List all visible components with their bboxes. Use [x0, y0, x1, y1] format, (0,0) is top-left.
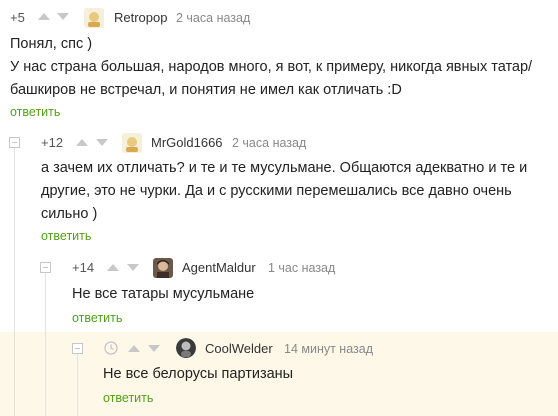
comment-text: Не все белорусы партизаны — [103, 363, 293, 386]
downvote-icon[interactable] — [127, 264, 139, 271]
comment-username[interactable]: AgentMaldur — [182, 260, 256, 275]
clock-icon — [104, 341, 118, 355]
downvote-icon[interactable] — [148, 345, 160, 352]
downvote-icon[interactable] — [57, 13, 69, 20]
comment-score: +14 — [72, 260, 95, 275]
retropop-avatar-icon[interactable] — [84, 8, 104, 28]
comment-text: а зачем их отличать? и те и те мусульман… — [41, 157, 527, 226]
comment-time: 2 часа назад — [232, 136, 307, 150]
comment-username[interactable]: MrGold1666 — [151, 135, 223, 150]
comment-username[interactable]: Retropop — [114, 10, 167, 25]
collapse-thread-button[interactable] — [9, 137, 20, 148]
reply-link[interactable]: ответить — [72, 311, 122, 325]
collapse-thread-button[interactable] — [40, 262, 51, 273]
mrgold-avatar-icon[interactable] — [122, 133, 142, 153]
comment-line: У нас страна большая, народов много, я в… — [10, 59, 533, 75]
comment-time: 1 час назад — [268, 261, 336, 275]
comment-line: сильно ) — [41, 206, 98, 222]
thread-line — [77, 352, 78, 416]
agentmaldur-avatar-icon[interactable] — [153, 258, 173, 278]
comment-text: Понял, спс ) У нас страна большая, народ… — [10, 33, 532, 102]
reply-link[interactable]: ответить — [103, 391, 153, 405]
reply-link[interactable]: ответить — [41, 229, 91, 243]
thread-line — [14, 144, 15, 416]
comment-username[interactable]: CoolWelder — [205, 341, 273, 356]
comment-line: другие, это не чурки. Да и с русскими пе… — [41, 183, 512, 199]
comment-score: +5 — [10, 10, 25, 25]
downvote-icon[interactable] — [96, 139, 108, 146]
comment-line: а зачем их отличать? и те и те мусульман… — [41, 160, 528, 176]
comment-time: 14 минут назад — [284, 342, 373, 356]
collapse-thread-button[interactable] — [72, 343, 83, 354]
thread-line — [45, 270, 46, 416]
comment-score: +12 — [41, 135, 64, 150]
coolwelder-avatar-icon[interactable] — [176, 338, 196, 358]
upvote-icon[interactable] — [76, 139, 88, 146]
comment-line: башкиров не встречал, и понятия не имел … — [10, 82, 402, 98]
comment-line: Не все белорусы партизаны — [103, 366, 294, 382]
comment-time: 2 часа назад — [176, 11, 251, 25]
comment-line: Понял, спс ) — [10, 36, 93, 52]
reply-link[interactable]: ответить — [10, 105, 60, 119]
upvote-icon[interactable] — [128, 345, 140, 352]
comment-line: Не все татары мусульмане — [72, 286, 255, 302]
upvote-icon[interactable] — [107, 264, 119, 271]
upvote-icon[interactable] — [38, 13, 50, 20]
comment-text: Не все татары мусульмане — [72, 283, 254, 306]
